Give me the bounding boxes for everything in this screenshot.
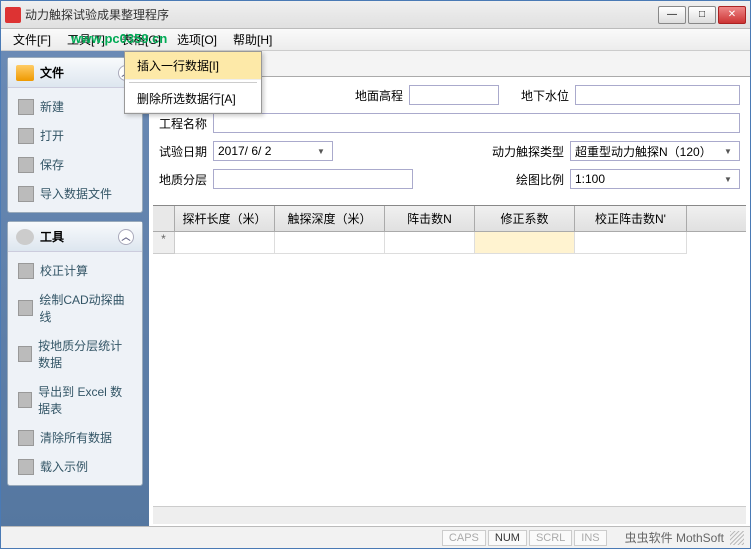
probe-type-select[interactable]: 超重型动力触探N（120） ▼: [570, 141, 740, 161]
test-date-picker[interactable]: 2017/ 6/ 2 ▼: [213, 141, 333, 161]
chart-icon: [18, 300, 33, 316]
excel-icon: [18, 392, 32, 408]
grid-cell[interactable]: [385, 232, 475, 254]
grid-cell[interactable]: [275, 232, 385, 254]
tool-panel: 工具 ︿ 校正计算 绘制CAD动探曲线 按地质分层统计数据 导出到 Excel …: [7, 221, 143, 486]
grid-cell[interactable]: [175, 232, 275, 254]
clear-icon: [18, 430, 34, 446]
resize-grip[interactable]: [730, 531, 744, 545]
sidebar: 文件 ︿ 新建 打开 保存 导入数据文件 工具 ︿ 校正计算: [1, 51, 149, 526]
open-icon: [18, 128, 34, 144]
chevron-down-icon: ▼: [314, 147, 328, 156]
sidebar-item-open[interactable]: 打开: [10, 121, 140, 150]
file-panel: 文件 ︿ 新建 打开 保存 导入数据文件: [7, 57, 143, 213]
content-area: 文件 ︿ 新建 打开 保存 导入数据文件 工具 ︿ 校正计算: [1, 51, 750, 526]
status-brand: 虫虫软件 MothSoft: [625, 529, 724, 546]
main-area: × | « » 未命名 地面高程 地下水位 工程名称: [149, 51, 750, 526]
horizontal-scrollbar[interactable]: [153, 506, 746, 524]
file-panel-title: 文件: [40, 64, 64, 81]
stats-icon: [18, 346, 32, 362]
save-icon: [18, 157, 34, 173]
sidebar-item-load-example[interactable]: 载入示例: [10, 452, 140, 481]
gw-level-input[interactable]: [575, 85, 740, 105]
gw-level-label: 地下水位: [521, 87, 569, 104]
table-dropdown-menu: 插入一行数据[I] 删除所选数据行[A]: [124, 51, 262, 114]
new-icon: [18, 99, 34, 115]
import-icon: [18, 186, 34, 202]
row-header-corner[interactable]: [153, 206, 175, 231]
status-caps: CAPS: [442, 530, 486, 546]
sidebar-item-new[interactable]: 新建: [10, 92, 140, 121]
menu-delete-selected[interactable]: 删除所选数据行[A]: [125, 85, 261, 113]
grid-body[interactable]: *: [153, 232, 746, 506]
menu-help[interactable]: 帮助[H]: [225, 29, 280, 50]
statusbar: CAPS NUM SCRL INS 虫虫软件 MothSoft: [1, 526, 750, 548]
col-header-corrected-n[interactable]: 校正阵击数N': [575, 206, 687, 231]
data-grid[interactable]: 探杆长度（米） 触探深度（米） 阵击数N 修正系数 校正阵击数N' *: [153, 205, 746, 506]
menu-file[interactable]: 文件[F]: [5, 29, 59, 50]
titlebar[interactable]: 动力触探试验成果整理程序 — □ ✕: [1, 1, 750, 29]
project-name-input[interactable]: [213, 113, 740, 133]
plot-ratio-label: 绘图比例: [516, 171, 564, 188]
geo-layer-label: 地质分层: [159, 171, 207, 188]
probe-type-label: 动力触探类型: [492, 143, 564, 160]
status-scrl: SCRL: [529, 530, 572, 546]
sidebar-item-clear-all[interactable]: 清除所有数据: [10, 423, 140, 452]
menubar: 文件[F] 工具[T] 表格[G] 选项[O] 帮助[H]: [1, 29, 750, 51]
menu-table[interactable]: 表格[G]: [113, 29, 169, 50]
sidebar-item-cad-curve[interactable]: 绘制CAD动探曲线: [10, 285, 140, 331]
sidebar-item-export-excel[interactable]: 导出到 Excel 数据表: [10, 377, 140, 423]
col-header-correction[interactable]: 修正系数: [475, 206, 575, 231]
grid-cell[interactable]: [575, 232, 687, 254]
tool-panel-header[interactable]: 工具 ︿: [8, 222, 142, 252]
tool-panel-title: 工具: [40, 228, 64, 245]
col-header-probe-depth[interactable]: 触探深度（米）: [275, 206, 385, 231]
sidebar-item-save[interactable]: 保存: [10, 150, 140, 179]
col-header-blow-count[interactable]: 阵击数N: [385, 206, 475, 231]
calc-icon: [18, 263, 34, 279]
geo-layer-input[interactable]: [213, 169, 413, 189]
sidebar-item-import[interactable]: 导入数据文件: [10, 179, 140, 208]
menu-tools[interactable]: 工具[T]: [59, 29, 113, 50]
ground-elev-label: 地面高程: [355, 87, 403, 104]
maximize-button[interactable]: □: [688, 6, 716, 24]
menu-insert-row[interactable]: 插入一行数据[I]: [125, 52, 261, 80]
menu-options[interactable]: 选项[O]: [169, 29, 225, 50]
close-button[interactable]: ✕: [718, 6, 746, 24]
status-num: NUM: [488, 530, 527, 546]
grid-cell-active[interactable]: [475, 232, 575, 254]
sidebar-item-layer-stats[interactable]: 按地质分层统计数据: [10, 331, 140, 377]
app-window: 动力触探试验成果整理程序 — □ ✕ 文件[F] 工具[T] 表格[G] 选项[…: [0, 0, 751, 549]
folder-icon: [16, 65, 34, 81]
example-icon: [18, 459, 34, 475]
col-header-rod-length[interactable]: 探杆长度（米）: [175, 206, 275, 231]
test-date-label: 试验日期: [159, 143, 207, 160]
minimize-button[interactable]: —: [658, 6, 686, 24]
app-icon: [5, 7, 21, 23]
grid-new-row[interactable]: *: [153, 232, 746, 254]
ground-elev-input[interactable]: [409, 85, 499, 105]
wrench-icon: [16, 229, 34, 245]
chevron-down-icon: ▼: [721, 175, 735, 184]
window-title: 动力触探试验成果整理程序: [25, 6, 658, 23]
new-row-marker: *: [153, 232, 175, 254]
menu-separator: [129, 82, 257, 83]
plot-ratio-select[interactable]: 1:100 ▼: [570, 169, 740, 189]
project-name-label: 工程名称: [159, 115, 207, 132]
grid-header-row: 探杆长度（米） 触探深度（米） 阵击数N 修正系数 校正阵击数N': [153, 206, 746, 232]
sidebar-item-correction[interactable]: 校正计算: [10, 256, 140, 285]
chevron-down-icon: ▼: [721, 147, 735, 156]
status-ins: INS: [574, 530, 606, 546]
chevron-up-icon: ︿: [118, 229, 134, 245]
file-panel-header[interactable]: 文件 ︿: [8, 58, 142, 88]
